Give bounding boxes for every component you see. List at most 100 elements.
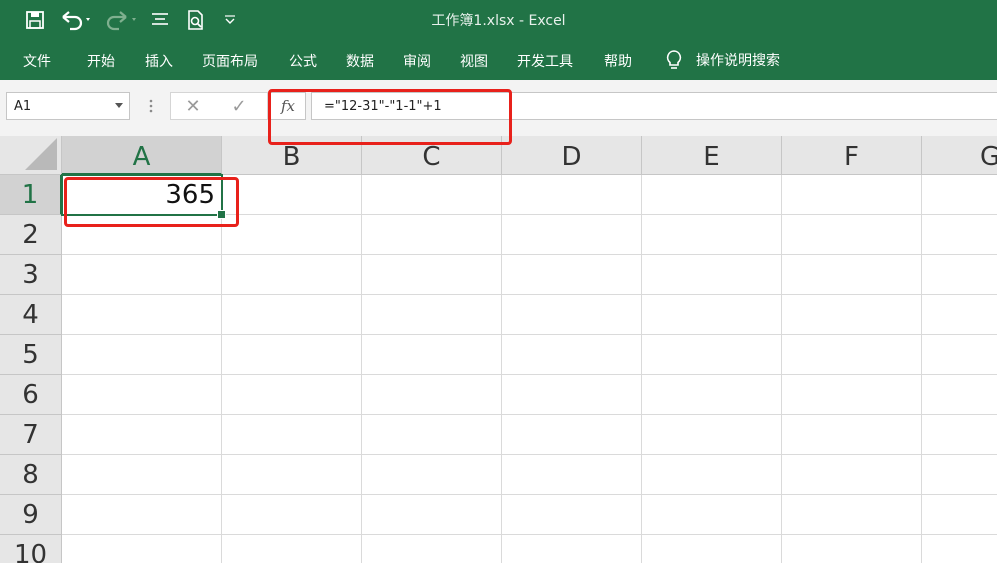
- cell-a9[interactable]: [62, 495, 222, 535]
- column-header-a[interactable]: A: [62, 136, 222, 175]
- cell-d6[interactable]: [502, 375, 642, 415]
- cell-b8[interactable]: [222, 455, 362, 495]
- column-header-e[interactable]: E: [642, 136, 782, 175]
- undo-button[interactable]: [58, 8, 94, 32]
- save-button[interactable]: [22, 8, 48, 32]
- row-header-1[interactable]: 1: [0, 175, 62, 215]
- tab-file[interactable]: 文件: [23, 51, 51, 71]
- chevron-down-icon[interactable]: [115, 103, 123, 108]
- row-header-7[interactable]: 7: [0, 415, 62, 455]
- cell-b1[interactable]: [222, 175, 362, 215]
- cell-c1[interactable]: [362, 175, 502, 215]
- cell-b3[interactable]: [222, 255, 362, 295]
- cell-f4[interactable]: [782, 295, 922, 335]
- cell-c8[interactable]: [362, 455, 502, 495]
- cell-g1[interactable]: [922, 175, 997, 215]
- cell-d10[interactable]: [502, 535, 642, 563]
- cell-f8[interactable]: [782, 455, 922, 495]
- cell-f9[interactable]: [782, 495, 922, 535]
- cell-f10[interactable]: [782, 535, 922, 563]
- cell-c3[interactable]: [362, 255, 502, 295]
- cell-f2[interactable]: [782, 215, 922, 255]
- cell-g2[interactable]: [922, 215, 997, 255]
- cell-b5[interactable]: [222, 335, 362, 375]
- cell-f3[interactable]: [782, 255, 922, 295]
- row-header-10[interactable]: 10: [0, 535, 62, 563]
- row-header-5[interactable]: 5: [0, 335, 62, 375]
- row-header-3[interactable]: 3: [0, 255, 62, 295]
- customize-quick-access-button[interactable]: [220, 8, 240, 32]
- cell-c10[interactable]: [362, 535, 502, 563]
- select-all-button[interactable]: [0, 136, 62, 175]
- column-header-d[interactable]: D: [502, 136, 642, 175]
- column-header-g[interactable]: G: [922, 136, 997, 175]
- cell-d1[interactable]: [502, 175, 642, 215]
- cell-d9[interactable]: [502, 495, 642, 535]
- touch-mode-button[interactable]: [148, 8, 172, 32]
- row-header-4[interactable]: 4: [0, 295, 62, 335]
- cell-b4[interactable]: [222, 295, 362, 335]
- tab-view[interactable]: 视图: [460, 51, 488, 71]
- cell-d2[interactable]: [502, 215, 642, 255]
- row-header-8[interactable]: 8: [0, 455, 62, 495]
- cell-d8[interactable]: [502, 455, 642, 495]
- cell-a6[interactable]: [62, 375, 222, 415]
- cell-e4[interactable]: [642, 295, 782, 335]
- cell-c4[interactable]: [362, 295, 502, 335]
- column-header-f[interactable]: F: [782, 136, 922, 175]
- name-box[interactable]: A1: [6, 92, 130, 120]
- cell-e3[interactable]: [642, 255, 782, 295]
- cell-e9[interactable]: [642, 495, 782, 535]
- cell-c9[interactable]: [362, 495, 502, 535]
- cell-a8[interactable]: [62, 455, 222, 495]
- cell-g3[interactable]: [922, 255, 997, 295]
- tab-review[interactable]: 审阅: [403, 51, 431, 71]
- cell-g10[interactable]: [922, 535, 997, 563]
- row-header-2[interactable]: 2: [0, 215, 62, 255]
- cell-f7[interactable]: [782, 415, 922, 455]
- cell-d7[interactable]: [502, 415, 642, 455]
- cell-b9[interactable]: [222, 495, 362, 535]
- row-header-6[interactable]: 6: [0, 375, 62, 415]
- cell-e6[interactable]: [642, 375, 782, 415]
- tab-home[interactable]: 开始: [87, 51, 115, 71]
- cell-e5[interactable]: [642, 335, 782, 375]
- cell-f1[interactable]: [782, 175, 922, 215]
- cell-e1[interactable]: [642, 175, 782, 215]
- redo-button[interactable]: [104, 8, 140, 32]
- cell-f5[interactable]: [782, 335, 922, 375]
- tell-me-search[interactable]: 操作说明搜索: [664, 49, 780, 71]
- cell-e10[interactable]: [642, 535, 782, 563]
- row-header-9[interactable]: 9: [0, 495, 62, 535]
- cell-e8[interactable]: [642, 455, 782, 495]
- cell-a4[interactable]: [62, 295, 222, 335]
- tab-page-layout[interactable]: 页面布局: [202, 51, 258, 71]
- cell-g6[interactable]: [922, 375, 997, 415]
- tab-help[interactable]: 帮助: [604, 51, 632, 71]
- cell-d5[interactable]: [502, 335, 642, 375]
- print-preview-button[interactable]: [184, 8, 208, 32]
- tab-developer[interactable]: 开发工具: [517, 51, 573, 71]
- cell-b6[interactable]: [222, 375, 362, 415]
- cell-g9[interactable]: [922, 495, 997, 535]
- tab-formulas[interactable]: 公式: [289, 51, 317, 71]
- cell-c6[interactable]: [362, 375, 502, 415]
- cell-d4[interactable]: [502, 295, 642, 335]
- cell-a5[interactable]: [62, 335, 222, 375]
- cell-g7[interactable]: [922, 415, 997, 455]
- cell-a3[interactable]: [62, 255, 222, 295]
- cell-b7[interactable]: [222, 415, 362, 455]
- cell-e7[interactable]: [642, 415, 782, 455]
- cell-f6[interactable]: [782, 375, 922, 415]
- enter-icon[interactable]: ✓: [226, 92, 252, 120]
- cell-g8[interactable]: [922, 455, 997, 495]
- tab-insert[interactable]: 插入: [145, 51, 173, 71]
- cell-b2[interactable]: [222, 215, 362, 255]
- cell-g4[interactable]: [922, 295, 997, 335]
- cancel-icon[interactable]: ✕: [180, 92, 206, 120]
- cell-c5[interactable]: [362, 335, 502, 375]
- cell-a10[interactable]: [62, 535, 222, 563]
- cell-c2[interactable]: [362, 215, 502, 255]
- cell-g5[interactable]: [922, 335, 997, 375]
- cell-c7[interactable]: [362, 415, 502, 455]
